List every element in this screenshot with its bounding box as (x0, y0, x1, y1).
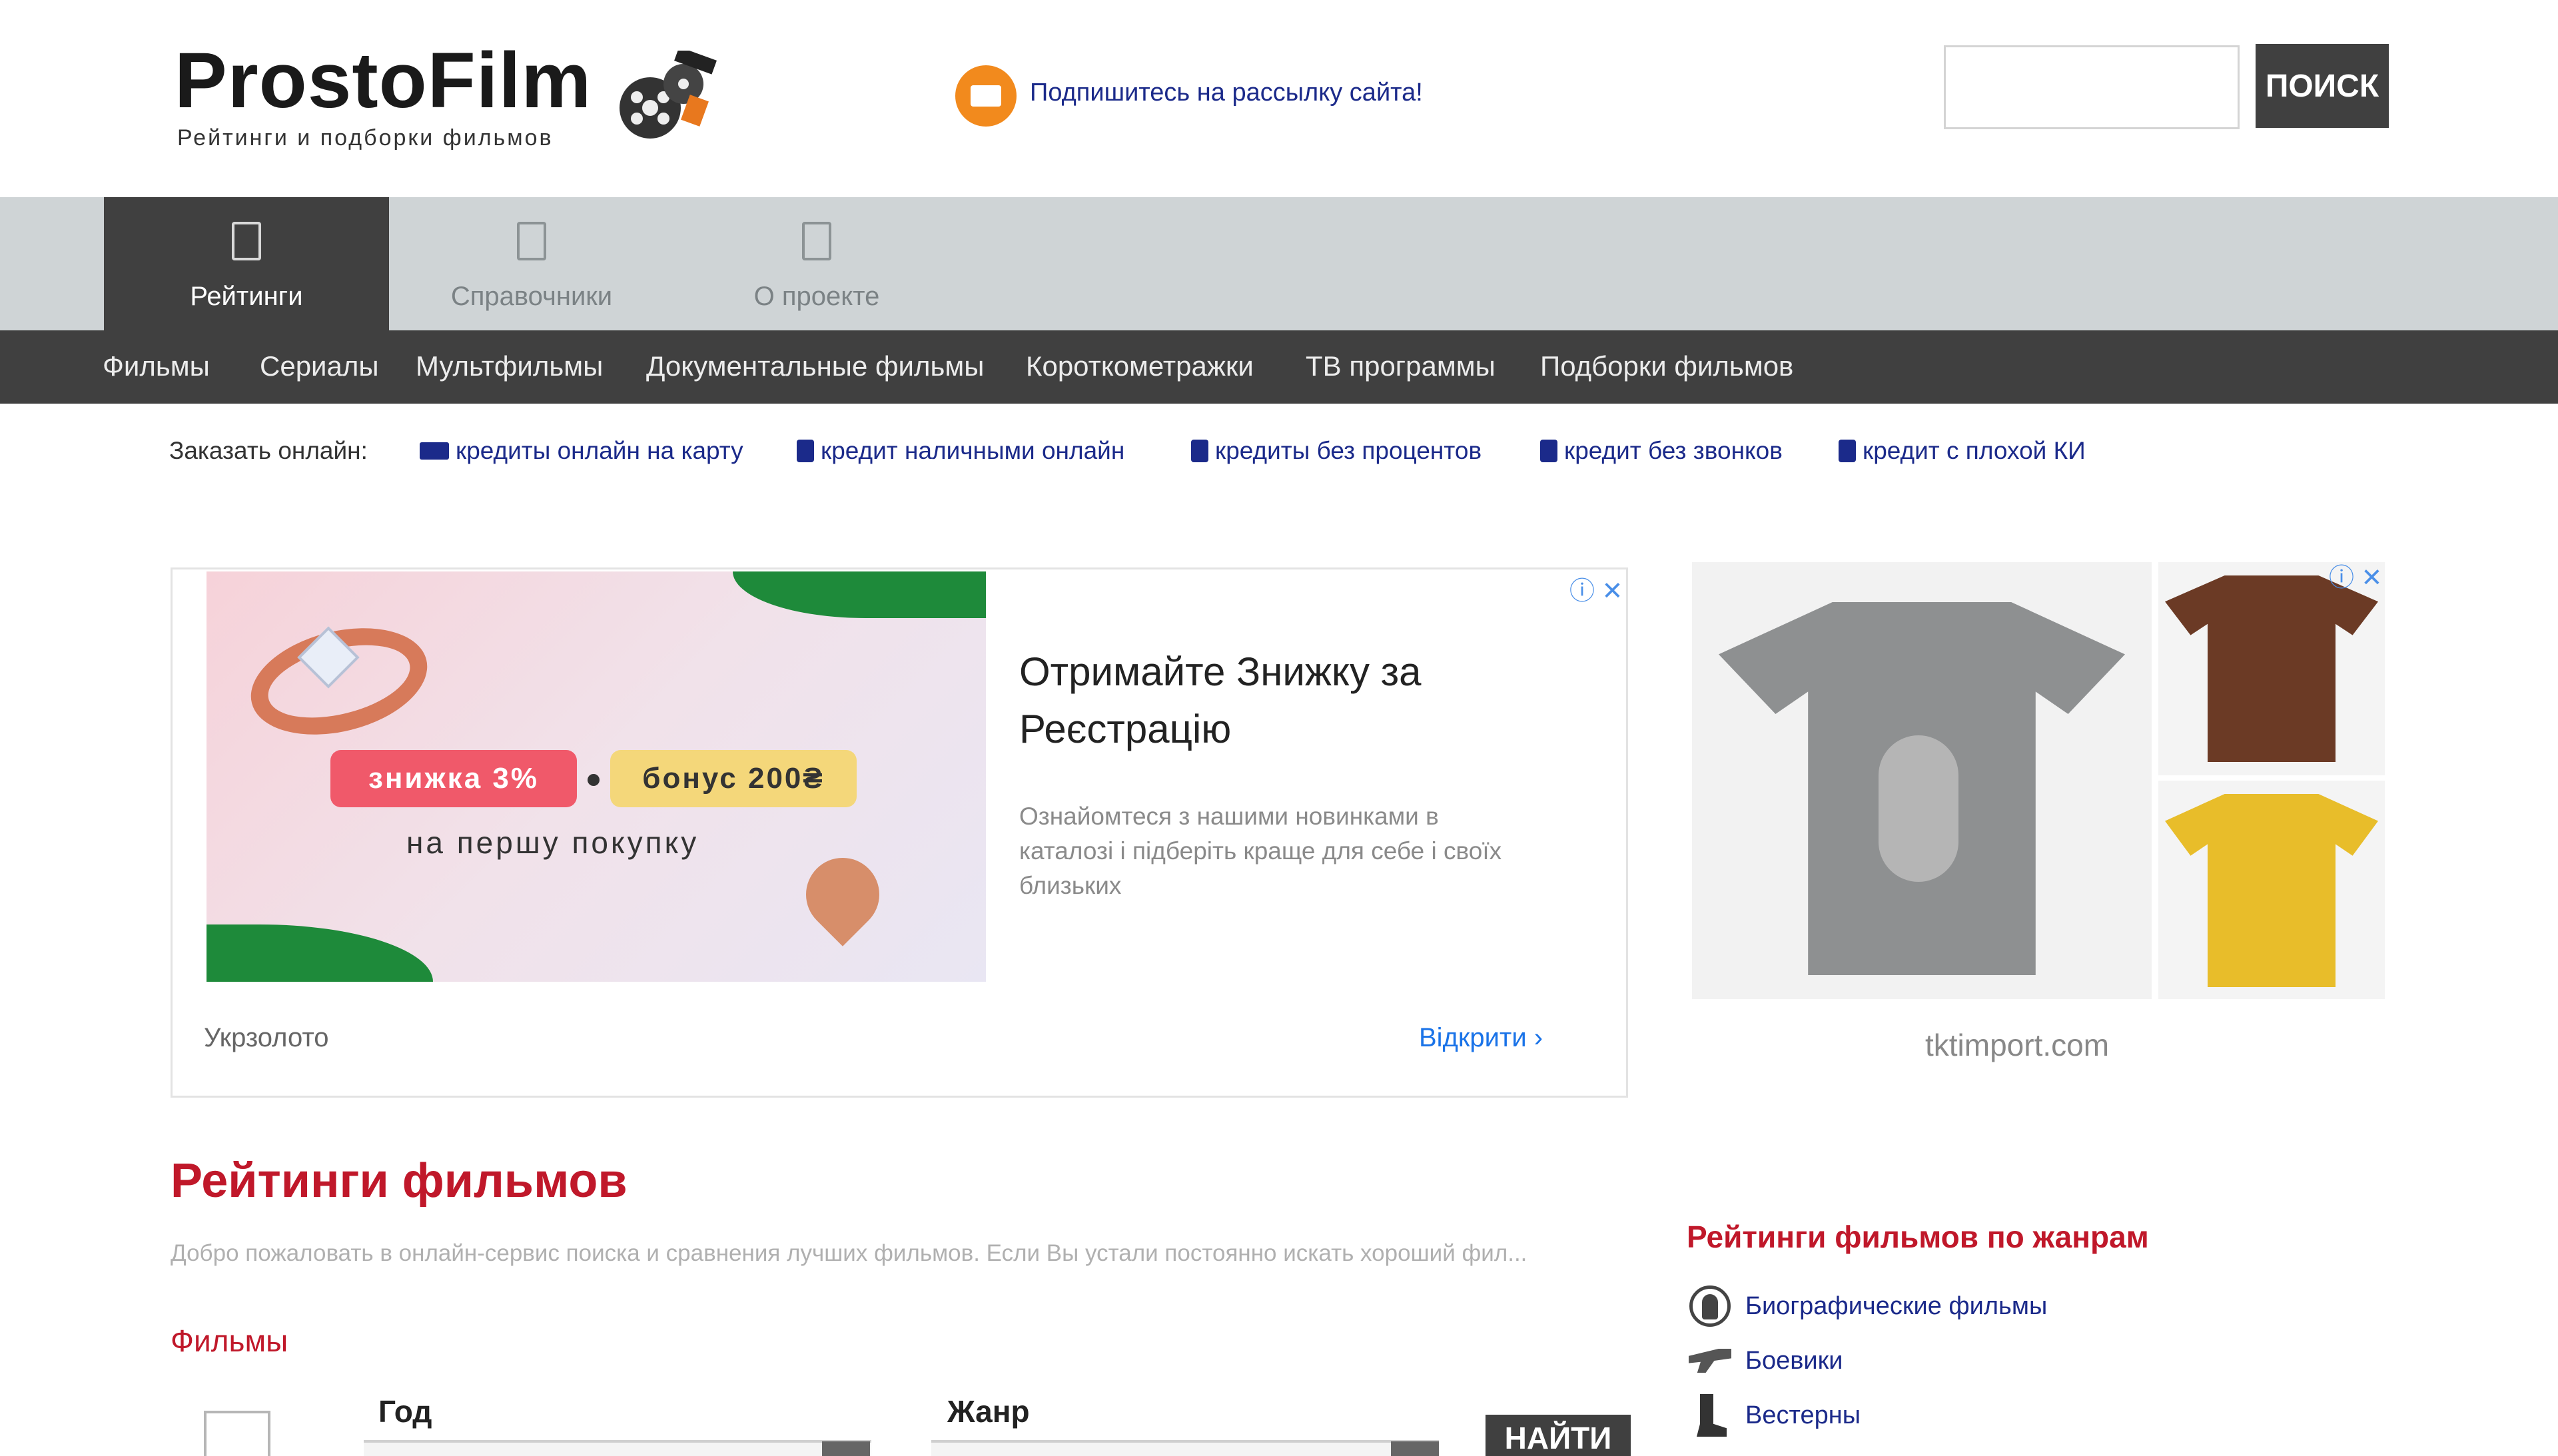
filter-checkbox[interactable] (204, 1411, 270, 1456)
subnav-item-series[interactable]: Сериалы (260, 350, 379, 382)
year-select[interactable] (364, 1440, 871, 1456)
genre-item-action[interactable]: Боевики (1687, 1337, 1843, 1384)
credit-link-bad-history[interactable]: кредит с плохой КИ (1839, 437, 2086, 465)
document-icon (802, 222, 831, 260)
filter-year-label: Год (378, 1394, 432, 1429)
hryvnia-icon (1839, 440, 1856, 462)
ad-image[interactable]: знижка 3% бонус 200₴ на першу покупку (207, 571, 986, 982)
sidebar-title: Рейтинги фильмов по жанрам (1687, 1220, 2149, 1254)
secondary-nav (0, 330, 2558, 404)
genre-select[interactable] (931, 1440, 1439, 1456)
subnav-item-cartoons[interactable]: Мультфильмы (416, 350, 603, 382)
subnav-item-films[interactable]: Фильмы (103, 350, 210, 382)
hryvnia-icon (1540, 440, 1557, 462)
credit-link-text: кредит без звонков (1564, 437, 1783, 464)
gun-icon (1687, 1337, 1733, 1384)
section-title-films: Фильмы (171, 1323, 288, 1358)
genre-item-biography[interactable]: Биографические фильмы (1687, 1283, 2047, 1329)
hryvnia-icon (797, 440, 814, 462)
search-button[interactable]: ПОИСК (2256, 44, 2389, 128)
filter-genre-label: Жанр (947, 1394, 1030, 1429)
ad-domain[interactable]: tktimport.com (1925, 1027, 2109, 1063)
card-icon (420, 442, 449, 460)
ad-tshirt-cat[interactable] (1692, 562, 2152, 999)
subnav-item-documentary[interactable]: Документальные фильмы (646, 350, 984, 382)
credit-label: Заказать онлайн: (169, 437, 368, 464)
site-logo-subtitle: Рейтинги и подборки фильмов (177, 125, 554, 151)
find-button[interactable]: НАЙТИ (1486, 1415, 1631, 1456)
genre-item-western[interactable]: Вестерны (1687, 1392, 1861, 1439)
heart-pendant-icon (791, 843, 895, 946)
site-logo-title[interactable]: ProstoFilm (175, 41, 592, 120)
ad-open-button[interactable]: Відкрити › (1419, 1023, 1543, 1053)
ad-headline[interactable]: Отримайте Знижку за Реєстрацію (1019, 643, 1565, 758)
person-icon (1687, 1283, 1733, 1329)
search-input[interactable] (1944, 45, 2240, 129)
subnav-item-shorts[interactable]: Короткометражки (1026, 350, 1254, 382)
ad-close-icon[interactable]: ⓘ ✕ (1569, 570, 1623, 607)
credit-link-cash[interactable]: кредит наличными онлайн (797, 437, 1124, 465)
bonus-badge: бонус 200₴ (610, 750, 857, 807)
subnav-item-tv[interactable]: ТВ программы (1306, 350, 1495, 382)
discount-badge: знижка 3% (330, 750, 577, 807)
tab-label: Справочники (450, 282, 613, 311)
tab-ratings[interactable]: Рейтинги (104, 197, 389, 330)
boot-icon (1687, 1392, 1733, 1439)
credit-link-text: кредит с плохой КИ (1863, 437, 2086, 464)
tab-label: Рейтинги (190, 282, 303, 311)
ad-description: Ознайомтеся з нашими новинками в каталоз… (1019, 803, 1502, 899)
page-title: Рейтинги фильмов (171, 1154, 628, 1208)
ad-tshirt-yellow[interactable] (2158, 781, 2385, 999)
credit-link-text: кредиты без процентов (1215, 437, 1482, 464)
credit-link-no-interest[interactable]: кредиты без процентов (1191, 437, 1482, 465)
genre-label: Биографические фильмы (1745, 1291, 2048, 1320)
ad-tshirt-dog[interactable] (2158, 562, 2385, 775)
ad-brand: Укрзолото (204, 1023, 329, 1052)
tab-about[interactable]: О проекте (674, 197, 959, 330)
document-icon (517, 222, 546, 260)
ad-close-icon[interactable]: ⓘ ✕ (2329, 557, 2382, 593)
ring-icon (239, 611, 439, 752)
credit-link-text: кредиты онлайн на карту (456, 437, 743, 464)
genre-label: Боевики (1745, 1346, 1843, 1375)
tab-label: О проекте (753, 282, 880, 311)
credit-link-card[interactable]: кредиты онлайн на карту (420, 437, 743, 465)
tab-reference[interactable]: Справочники (389, 197, 674, 330)
credit-link-text: кредит наличными онлайн (821, 437, 1125, 464)
intro-text: Добро пожаловать в онлайн-сервис поиска … (171, 1240, 1527, 1266)
subnav-item-collections[interactable]: Подборки фильмов (1540, 350, 1793, 382)
hryvnia-icon (1191, 440, 1208, 462)
mail-subscribe-icon[interactable] (955, 65, 1017, 127)
cat-icon (1879, 735, 1958, 882)
subscribe-link[interactable]: Подпишитесь на рассылку сайта! (1030, 79, 1423, 107)
credit-link-no-calls[interactable]: кредит без звонков (1540, 437, 1783, 465)
genre-label: Вестерны (1745, 1401, 1861, 1429)
genre-select-arrow[interactable] (1391, 1441, 1439, 1456)
document-icon (232, 222, 261, 260)
ad-subline: на першу покупку (406, 825, 699, 860)
film-reel-icon (620, 51, 717, 139)
year-select-arrow[interactable] (822, 1441, 870, 1456)
